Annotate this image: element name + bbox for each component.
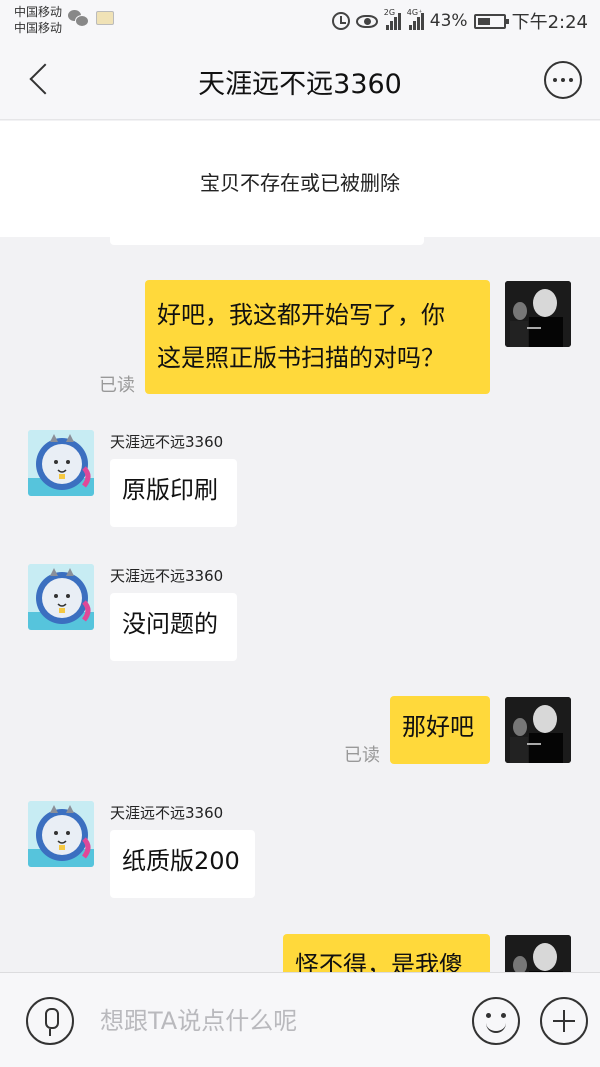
more-actions-button[interactable] [540, 997, 588, 1045]
chat-header: 天涯远不远3360 [0, 42, 600, 120]
avatar[interactable] [505, 281, 571, 347]
message-text: 好吧，我这都开始写了，你 [157, 301, 445, 329]
message-list[interactable]: 已读 好吧，我这都开始写了，你 这是照正版书扫描的对吗？ 天涯远不远3360 原… [0, 237, 600, 972]
book-icon [96, 11, 114, 25]
sender-name: 天涯远不远3360 [110, 804, 224, 822]
read-status: 已读 [99, 375, 135, 396]
avatar[interactable] [505, 935, 571, 972]
message-bubble-them[interactable]: 没问题的 [110, 593, 237, 661]
emoji-button[interactable] [472, 997, 520, 1045]
eye-icon [355, 14, 378, 28]
message-bubble-me[interactable]: 怪不得，是我傻 [283, 934, 490, 972]
avatar[interactable] [28, 430, 94, 496]
message-text: 这是照正版书扫描的对吗？ [157, 344, 445, 372]
item-removed-notice: 宝贝不存在或已被删除 [0, 121, 600, 237]
sender-name: 天涯远不远3360 [110, 567, 224, 585]
read-status: 已读 [344, 745, 380, 766]
message-text: 纸质版200 [122, 847, 240, 875]
message-bubble-me[interactable]: 好吧，我这都开始写了，你 这是照正版书扫描的对吗？ [145, 280, 490, 394]
voice-input-button[interactable] [26, 997, 74, 1045]
message-bubble-them[interactable]: 原版印刷 [110, 459, 237, 527]
signal-icon: 2G [384, 8, 401, 30]
input-bar [0, 972, 600, 1067]
avatar[interactable] [28, 801, 94, 867]
network-type-label: 4G⁺ [406, 8, 423, 17]
more-options-button[interactable] [544, 61, 582, 99]
status-bar: 中国移动 中国移动 2G 4G⁺ 43% 下午2:24 [0, 0, 600, 42]
message-text: 原版印刷 [122, 476, 218, 504]
message-bubble [110, 237, 424, 245]
carrier-label-2: 中国移动 [14, 21, 63, 35]
carrier-info: 中国移动 中国移动 [14, 4, 62, 36]
wechat-icon [68, 10, 89, 27]
message-bubble-me[interactable]: 那好吧 [390, 696, 490, 764]
alarm-icon [331, 12, 350, 30]
network-type-label: 2G [383, 8, 396, 17]
message-text: 怪不得，是我傻 [295, 951, 463, 972]
battery-percentage: 43% [429, 11, 468, 31]
avatar[interactable] [505, 697, 571, 763]
clock: 下午2:24 [511, 12, 588, 33]
signal-icon: 4G⁺ [407, 8, 424, 30]
message-input[interactable] [100, 999, 450, 1043]
message-text: 没问题的 [122, 610, 218, 638]
message-text: 那好吧 [402, 713, 474, 741]
chat-title: 天涯远不远3360 [198, 69, 402, 100]
more-icon [553, 78, 573, 82]
message-bubble-them[interactable]: 纸质版200 [110, 830, 255, 898]
avatar[interactable] [28, 564, 94, 630]
notice-text: 宝贝不存在或已被删除 [200, 171, 400, 195]
carrier-label-1: 中国移动 [14, 5, 63, 19]
battery-icon [473, 13, 509, 29]
sender-name: 天涯远不远3360 [110, 433, 224, 451]
